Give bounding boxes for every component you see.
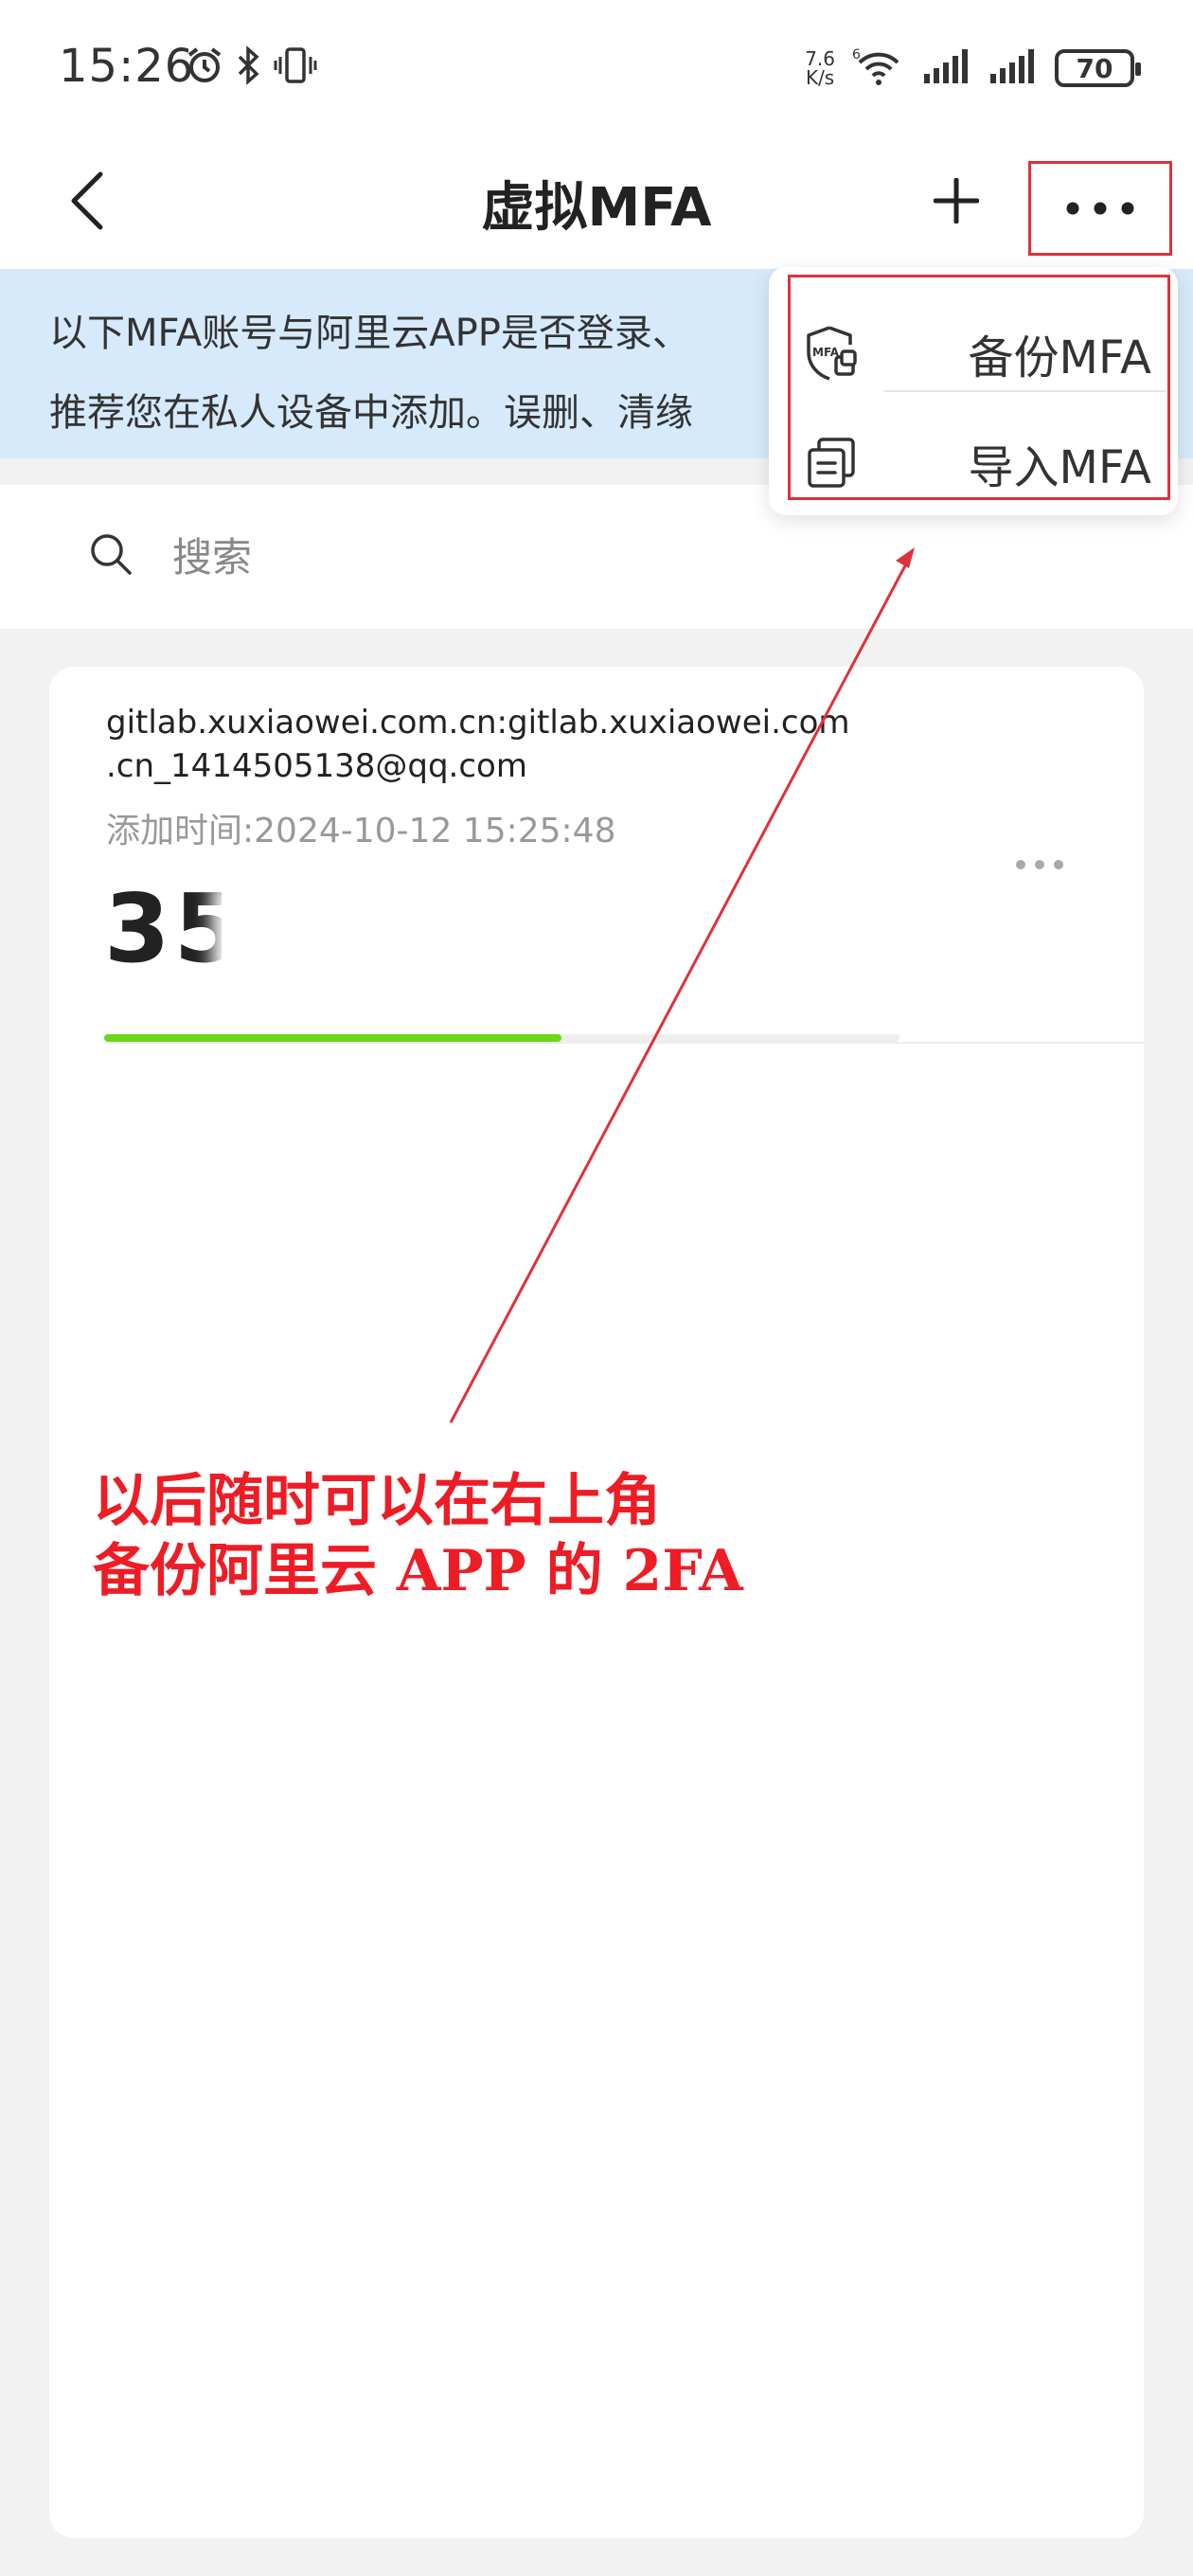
account-name: gitlab.xuxiaowei.com.cn:gitlab.xuxiaowei… bbox=[106, 704, 850, 785]
page-title: 虚拟MFA bbox=[481, 177, 712, 239]
menu-item-label: 导入MFA bbox=[968, 441, 1151, 494]
menu-divider bbox=[884, 390, 1166, 392]
more-options-menu: MFA 备份MFA 导入MFA bbox=[769, 267, 1178, 515]
code-countdown-progress bbox=[104, 1034, 899, 1042]
wifi-icon: 6 bbox=[852, 45, 905, 91]
divider bbox=[104, 1042, 1144, 1044]
battery-indicator: 70 bbox=[1055, 49, 1141, 87]
import-icon bbox=[803, 435, 860, 492]
progress-fill bbox=[104, 1034, 561, 1042]
add-mfa-button[interactable] bbox=[917, 161, 996, 241]
added-time: 添加时间:2024-10-12 15:25:48 bbox=[106, 812, 616, 850]
status-time: 15:26 bbox=[59, 40, 195, 93]
search-input[interactable] bbox=[172, 528, 1024, 585]
annotation-text: 以后随时可以在右上角 备份阿里云 APP 的 2FA bbox=[93, 1468, 743, 1604]
ellipsis-icon bbox=[1016, 860, 1063, 869]
code-redaction-mask bbox=[222, 892, 468, 968]
vibrate-icon bbox=[274, 45, 317, 89]
signal-icon bbox=[922, 47, 971, 89]
search-icon bbox=[91, 534, 132, 575]
menu-item-label: 备份MFA bbox=[968, 331, 1151, 385]
more-options-button[interactable] bbox=[1028, 161, 1172, 256]
status-icons bbox=[185, 45, 317, 89]
alarm-icon bbox=[185, 45, 224, 89]
navigation-bar: 虚拟MFA bbox=[0, 133, 1193, 269]
ellipsis-icon bbox=[1066, 202, 1134, 215]
plus-icon bbox=[934, 178, 979, 224]
back-button[interactable] bbox=[57, 161, 117, 241]
shield-mfa-icon: MFA bbox=[803, 325, 860, 382]
status-right: 7.6 K/s 6 70 bbox=[805, 42, 1141, 95]
status-bar: 15:26 7.6 K/s 6 70 bbox=[0, 0, 1193, 133]
network-speed: 7.6 K/s bbox=[805, 47, 835, 89]
signal-icon bbox=[988, 47, 1038, 89]
chevron-left-icon bbox=[71, 171, 103, 230]
bluetooth-icon bbox=[236, 45, 262, 89]
card-more-button[interactable] bbox=[1002, 841, 1077, 888]
menu-item-import-mfa[interactable]: 导入MFA bbox=[803, 411, 1159, 515]
